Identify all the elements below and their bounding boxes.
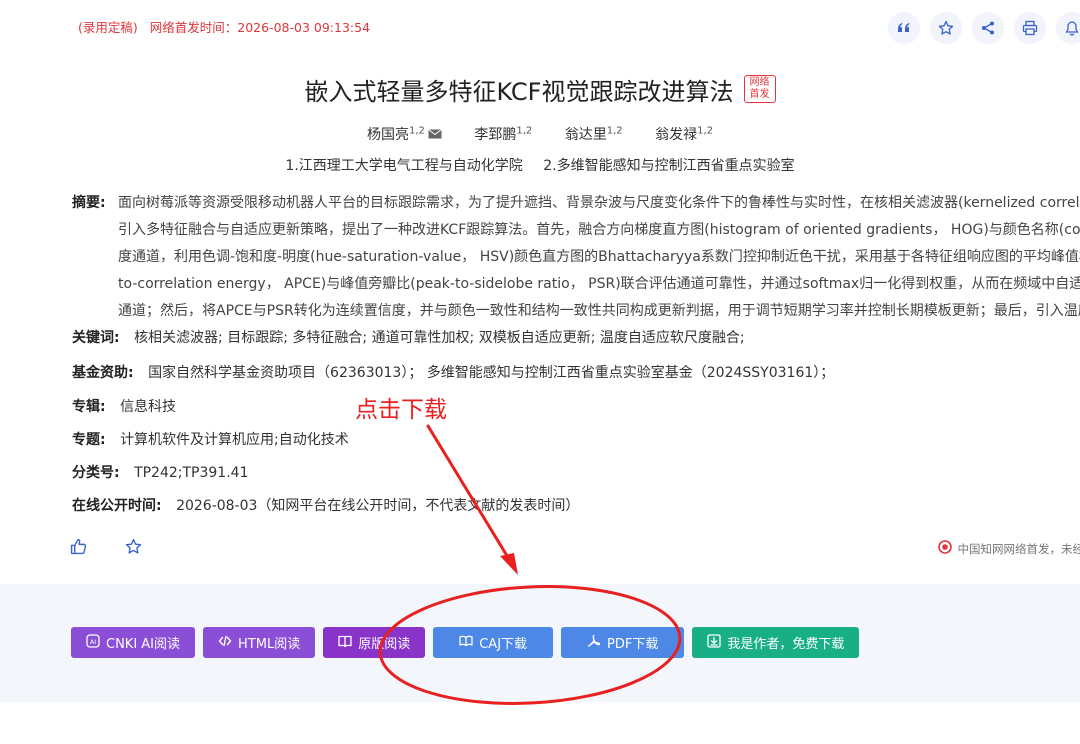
first-pub-info: (录用定稿) 网络首发时间：2026-08-03 09:13:54 — [78, 17, 370, 36]
author-free-download-button[interactable]: 我是作者，免费下载 — [692, 627, 860, 658]
class-label: 分类号: — [72, 465, 120, 481]
author-3[interactable]: 翁达里1,2 — [565, 125, 623, 143]
affiliation-1[interactable]: 1.江西理工大学电气工程与自动化学院 — [285, 158, 522, 174]
cnki-ai-read-button[interactable]: AI CNKI AI阅读 — [71, 627, 196, 658]
open-book-icon — [459, 634, 473, 652]
mail-icon[interactable] — [428, 127, 442, 143]
reaction-icons — [70, 538, 142, 559]
quote-icon[interactable] — [888, 12, 920, 44]
status-tag: (录用定稿) — [78, 20, 138, 35]
abstract-block: 摘要: 面向树莓派等资源受限移动机器人平台的目标跟踪需求，为了提升遮挡、背景杂波… — [72, 190, 1080, 325]
svg-text:AI: AI — [90, 638, 96, 646]
print-icon[interactable] — [1014, 12, 1046, 44]
abstract-label: 摘要: — [72, 195, 106, 211]
article-title-row: 嵌入式轻量多特征KCF视觉跟踪改进算法 网络首发 — [0, 72, 1080, 107]
online-value: 2026-08-03（知网平台在线公开时间，不代表文献的发表时间） — [176, 498, 580, 514]
fund-row: 基金资助: 国家自然科学基金资助项目（62363013）； 多维智能感知与控制江… — [72, 362, 834, 382]
author-1[interactable]: 杨国亮1,2 — [367, 125, 442, 143]
abstract-line: 通道；然后，将APCE与PSR转化为连续置信度，并与颜色一致性和结构一致性共同构… — [118, 303, 1080, 319]
album-label: 专辑: — [72, 399, 106, 415]
target-icon — [937, 540, 952, 557]
topic-value: 计算机软件及计算机应用;自动化技术 — [120, 432, 349, 448]
album-row: 专辑: 信息科技 — [72, 396, 176, 416]
first-pub-badge: 网络首发 — [743, 75, 776, 103]
album-value: 信息科技 — [120, 399, 177, 415]
abstract-line: 度通道，利用色调-饱和度-明度(hue-saturation-value， HS… — [118, 249, 1080, 265]
ai-icon: AI — [86, 633, 100, 652]
pdf-icon — [587, 634, 601, 652]
pdf-download-button[interactable]: PDF下载 — [561, 627, 685, 658]
download-box-icon — [707, 633, 722, 652]
online-row: 在线公开时间: 2026-08-03（知网平台在线公开时间，不代表文献的发表时间… — [72, 495, 579, 515]
fund-label: 基金资助: — [72, 365, 134, 381]
thumbs-up-icon[interactable] — [70, 538, 87, 559]
html-read-button[interactable]: HTML阅读 — [203, 627, 316, 658]
abstract-line: 面向树莓派等资源受限移动机器人平台的目标跟踪需求，为了提升遮挡、背景杂波与尺度变… — [118, 195, 1080, 211]
keywords-row: 关键词: 核相关滤波器; 目标跟踪; 多特征融合; 通道可靠性加权; 双模板自适… — [72, 327, 745, 347]
author-list: 杨国亮1,2 李郅鹏1,2 翁达里1,2 翁发禄1,2 — [0, 124, 1080, 144]
first-pub-time: 2026-08-03 09:13:54 — [237, 20, 371, 35]
original-read-button[interactable]: 原版阅读 — [323, 627, 426, 658]
fund-value[interactable]: 国家自然科学基金资助项目（62363013）； 多维智能感知与控制江西省重点实验… — [148, 365, 834, 381]
annotation-text: 点击下载 — [355, 397, 447, 423]
keywords-label: 关键词: — [72, 330, 120, 346]
action-buttons: AI CNKI AI阅读 HTML阅读 原版阅读 CAJ下载 PDF下载 我是作… — [71, 627, 860, 658]
favorite-star-icon[interactable] — [125, 538, 142, 559]
online-label: 在线公开时间: — [72, 498, 162, 514]
first-pub-note: 中国知网网络首发，未经 — [937, 540, 1080, 557]
article-toolbar — [888, 12, 1080, 44]
class-value: TP242;TP391.41 — [134, 465, 249, 481]
author-4[interactable]: 翁发禄1,2 — [655, 125, 713, 143]
affiliation-list: 1.江西理工大学电气工程与自动化学院 2.多维智能感知与控制江西省重点实验室 — [0, 155, 1080, 175]
first-pub-label: 网络首发时间： — [149, 20, 238, 35]
annotation-arrow-head — [500, 553, 518, 575]
affiliation-2[interactable]: 2.多维智能感知与控制江西省重点实验室 — [543, 158, 794, 174]
topic-row: 专题: 计算机软件及计算机应用;自动化技术 — [72, 429, 349, 449]
bell-icon[interactable] — [1056, 12, 1080, 44]
star-icon[interactable] — [930, 12, 962, 44]
article-title: 嵌入式轻量多特征KCF视觉跟踪改进算法 — [304, 78, 734, 106]
abstract-line: 引入多特征融合与自适应更新策略，提出了一种改进KCF跟踪算法。首先，融合方向梯度… — [118, 222, 1080, 238]
abstract-line: to-correlation energy， APCE)与峰值旁瓣比(peak-… — [118, 276, 1080, 292]
keywords-value[interactable]: 核相关滤波器; 目标跟踪; 多特征融合; 通道可靠性加权; 双模板自适应更新; … — [134, 330, 745, 346]
topic-label: 专题: — [72, 432, 106, 448]
caj-download-button[interactable]: CAJ下载 — [433, 627, 554, 658]
code-icon — [218, 634, 232, 652]
book-icon — [338, 634, 352, 652]
class-row: 分类号: TP242;TP391.41 — [72, 462, 248, 482]
first-pub-note-text: 中国知网网络首发，未经 — [957, 541, 1080, 556]
author-2[interactable]: 李郅鹏1,2 — [474, 125, 532, 143]
share-icon[interactable] — [972, 12, 1004, 44]
